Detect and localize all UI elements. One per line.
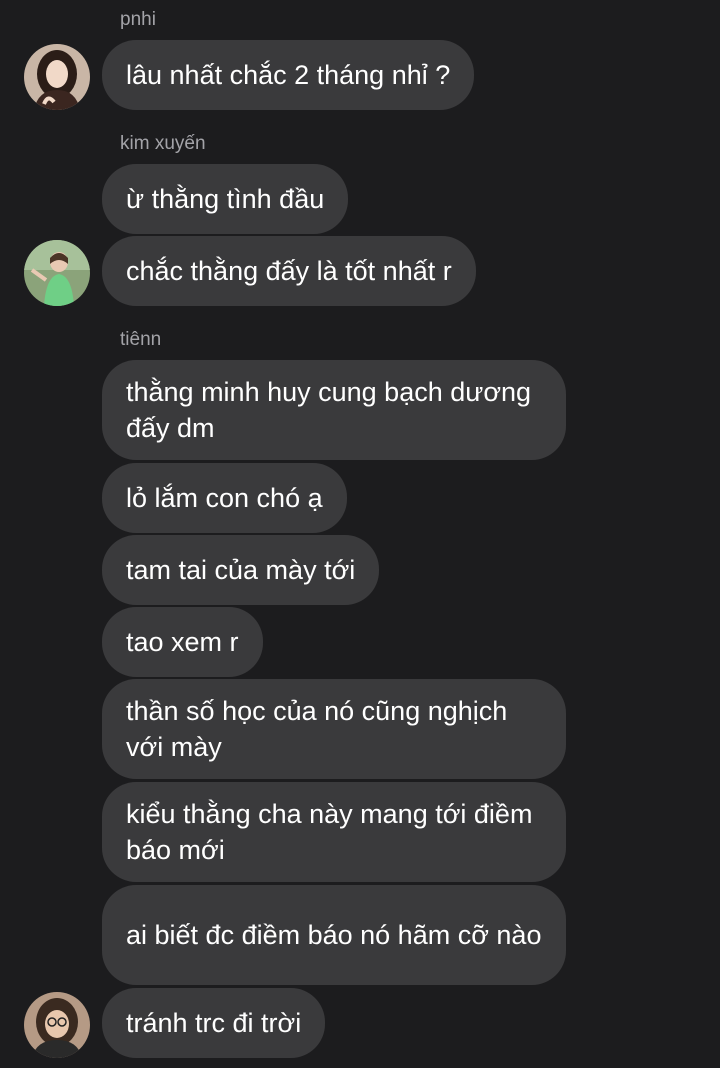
message-bubble[interactable]: tránh trc đi trời xyxy=(102,988,326,1058)
avatar[interactable] xyxy=(24,44,90,110)
message-bubble[interactable]: ai biết đc điềm báo nó hãm cỡ nào xyxy=(102,885,566,985)
message-bubble[interactable]: thằng minh huy cung bạch dương đấy dm xyxy=(102,360,566,460)
sender-name: pnhi xyxy=(120,9,156,30)
message-bubble[interactable]: chắc thằng đấy là tốt nhất r xyxy=(102,236,476,306)
message-bubble[interactable]: lỏ lắm con chó ạ xyxy=(102,463,347,533)
message-bubble[interactable]: tam tai của mày tới xyxy=(102,535,380,605)
message-bubble[interactable]: ừ thằng tình đầu xyxy=(102,164,349,234)
sender-name: kim xuyến xyxy=(120,133,206,154)
avatar-girl-glasses-icon xyxy=(24,992,90,1058)
message-bubble[interactable]: thần số học của nó cũng nghịch với mày xyxy=(102,679,566,779)
avatar[interactable] xyxy=(24,992,90,1058)
message-bubble[interactable]: tao xem r xyxy=(102,607,263,677)
message-bubble[interactable]: lâu nhất chắc 2 tháng nhỉ ? xyxy=(102,40,475,110)
avatar[interactable] xyxy=(24,240,90,306)
sender-name: tiênn xyxy=(120,329,162,350)
message-bubble[interactable]: kiểu thằng cha này mang tới điềm báo mới xyxy=(102,782,566,882)
avatar-girl-green-shirt-icon xyxy=(24,240,90,306)
avatar-girl-dark-hair-icon xyxy=(24,44,90,110)
